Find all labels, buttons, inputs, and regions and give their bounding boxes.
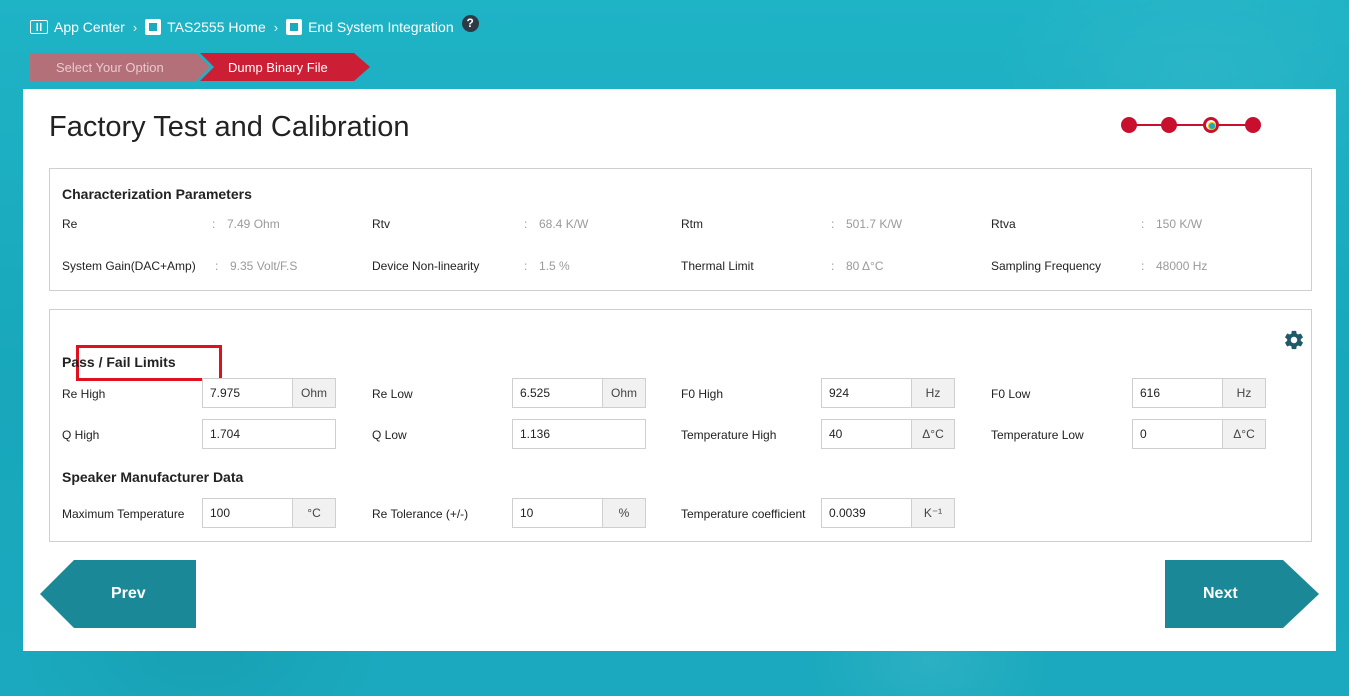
progress-dot-current xyxy=(1203,117,1219,133)
field-value[interactable]: 0 xyxy=(1133,420,1222,448)
param-value-system-gain: 9.35 Volt/F.S xyxy=(230,259,298,273)
breadcrumb-app-center[interactable]: App Center xyxy=(30,19,125,35)
field-label-q-low: Q Low xyxy=(372,428,407,442)
re-low-field[interactable]: 6.525 Ohm xyxy=(512,378,646,408)
field-unit: Δ°C xyxy=(1222,420,1265,448)
breadcrumb-tas2555-home[interactable]: TAS2555 Home xyxy=(145,19,266,35)
breadcrumb-label: TAS2555 Home xyxy=(167,19,266,35)
field-label-re-high: Re High xyxy=(62,387,106,401)
param-colon: : xyxy=(1141,259,1145,273)
param-value-rtv: 68.4 K/W xyxy=(539,217,589,231)
chip-icon xyxy=(286,19,303,35)
param-label-non-linearity: Device Non-linearity xyxy=(372,259,480,273)
chevron-right-icon: › xyxy=(273,19,279,35)
chevron-right-icon: › xyxy=(132,19,138,35)
field-label-max-temperature: Maximum Temperature xyxy=(62,507,185,521)
field-value[interactable]: 10 xyxy=(513,499,602,527)
param-label-thermal-limit: Thermal Limit xyxy=(681,259,754,273)
field-label-re-low: Re Low xyxy=(372,387,413,401)
re-tolerance-field[interactable]: 10 % xyxy=(512,498,646,528)
field-unit: Hz xyxy=(1222,379,1265,407)
field-label-temperature-coefficient: Temperature coefficient xyxy=(681,507,806,521)
field-label-f0-low: F0 Low xyxy=(991,387,1031,401)
gear-icon[interactable] xyxy=(1283,329,1305,351)
re-high-field[interactable]: 7.975 Ohm xyxy=(202,378,336,408)
field-value[interactable]: 0.0039 xyxy=(822,499,911,527)
param-colon: : xyxy=(524,259,528,273)
field-value[interactable]: 1.704 xyxy=(203,420,335,448)
field-value[interactable]: 40 xyxy=(822,420,911,448)
progress-dot xyxy=(1245,117,1261,133)
field-value[interactable]: 100 xyxy=(203,499,292,527)
param-value-sampling-frequency: 48000 Hz xyxy=(1156,259,1208,273)
param-colon: : xyxy=(212,217,216,231)
q-high-field[interactable]: 1.704 xyxy=(202,419,336,449)
main-panel: Factory Test and Calibration Characteriz… xyxy=(23,89,1336,651)
help-icon[interactable]: ? xyxy=(461,14,479,32)
field-unit: Δ°C xyxy=(911,420,954,448)
param-label-rtva: Rtva xyxy=(991,217,1016,231)
field-value[interactable]: 924 xyxy=(822,379,911,407)
app-grid-icon xyxy=(30,20,48,34)
field-value[interactable]: 1.136 xyxy=(513,420,645,448)
param-colon: : xyxy=(831,217,835,231)
param-colon: : xyxy=(524,217,528,231)
field-value[interactable]: 616 xyxy=(1133,379,1222,407)
wizard-step-dump-binary[interactable]: Dump Binary File xyxy=(200,53,370,81)
field-label-q-high: Q High xyxy=(62,428,100,442)
wizard-steps: Select Your Option Dump Binary File xyxy=(30,53,370,81)
temperature-low-field[interactable]: 0 Δ°C xyxy=(1132,419,1266,449)
param-label-rtv: Rtv xyxy=(372,217,390,231)
param-colon: : xyxy=(831,259,835,273)
f0-high-field[interactable]: 924 Hz xyxy=(821,378,955,408)
step-progress-indicator xyxy=(1121,116,1261,134)
param-label-sampling-frequency: Sampling Frequency xyxy=(991,259,1102,273)
param-value-re: 7.49 Ohm xyxy=(227,217,280,231)
param-value-thermal-limit: 80 Δ°C xyxy=(846,259,884,273)
speaker-data-title: Speaker Manufacturer Data xyxy=(62,469,244,485)
field-unit: °C xyxy=(292,499,335,527)
page-title: Factory Test and Calibration xyxy=(49,111,410,143)
breadcrumb-label: App Center xyxy=(54,19,125,35)
max-temperature-field[interactable]: 100 °C xyxy=(202,498,336,528)
param-value-rtm: 501.7 K/W xyxy=(846,217,903,231)
f0-low-field[interactable]: 616 Hz xyxy=(1132,378,1266,408)
limits-box: Pass / Fail Limits Re High 7.975 Ohm Re … xyxy=(49,309,1312,542)
prev-button[interactable]: Prev xyxy=(40,560,196,628)
param-value-non-linearity: 1.5 % xyxy=(539,259,570,273)
field-unit: Ohm xyxy=(602,379,645,407)
field-unit: % xyxy=(602,499,645,527)
field-unit: K⁻¹ xyxy=(911,499,954,527)
next-button[interactable]: Next xyxy=(1165,560,1319,628)
breadcrumb-label: End System Integration xyxy=(308,19,454,35)
temperature-high-field[interactable]: 40 Δ°C xyxy=(821,419,955,449)
param-label-system-gain: System Gain(DAC+Amp) xyxy=(62,259,196,273)
progress-dot xyxy=(1161,117,1177,133)
progress-dot xyxy=(1121,117,1137,133)
field-label-f0-high: F0 High xyxy=(681,387,724,401)
breadcrumb: App Center › TAS2555 Home › End System I… xyxy=(30,14,479,38)
field-value[interactable]: 6.525 xyxy=(513,379,602,407)
param-label-re: Re xyxy=(62,217,78,231)
q-low-field[interactable]: 1.136 xyxy=(512,419,646,449)
field-value[interactable]: 7.975 xyxy=(203,379,292,407)
field-label-re-tolerance: Re Tolerance (+/-) xyxy=(372,507,469,521)
characterization-title: Characterization Parameters xyxy=(62,186,252,202)
temperature-coefficient-field[interactable]: 0.0039 K⁻¹ xyxy=(821,498,955,528)
progress-line xyxy=(1129,124,1253,126)
field-unit: Ohm xyxy=(292,379,335,407)
field-unit: Hz xyxy=(911,379,954,407)
field-label-temperature-high: Temperature High xyxy=(681,428,777,442)
param-value-rtva: 150 K/W xyxy=(1156,217,1203,231)
param-label-rtm: Rtm xyxy=(681,217,703,231)
param-colon: : xyxy=(1141,217,1145,231)
chip-icon xyxy=(145,19,162,35)
param-colon: : xyxy=(215,259,219,273)
field-label-temperature-low: Temperature Low xyxy=(991,428,1084,442)
wizard-step-select-option[interactable]: Select Your Option xyxy=(30,53,210,81)
characterization-parameters-box: Characterization Parameters Re : 7.49 Oh… xyxy=(49,168,1312,291)
limits-title: Pass / Fail Limits xyxy=(62,354,176,370)
breadcrumb-end-system-integration[interactable]: End System Integration xyxy=(286,19,454,35)
